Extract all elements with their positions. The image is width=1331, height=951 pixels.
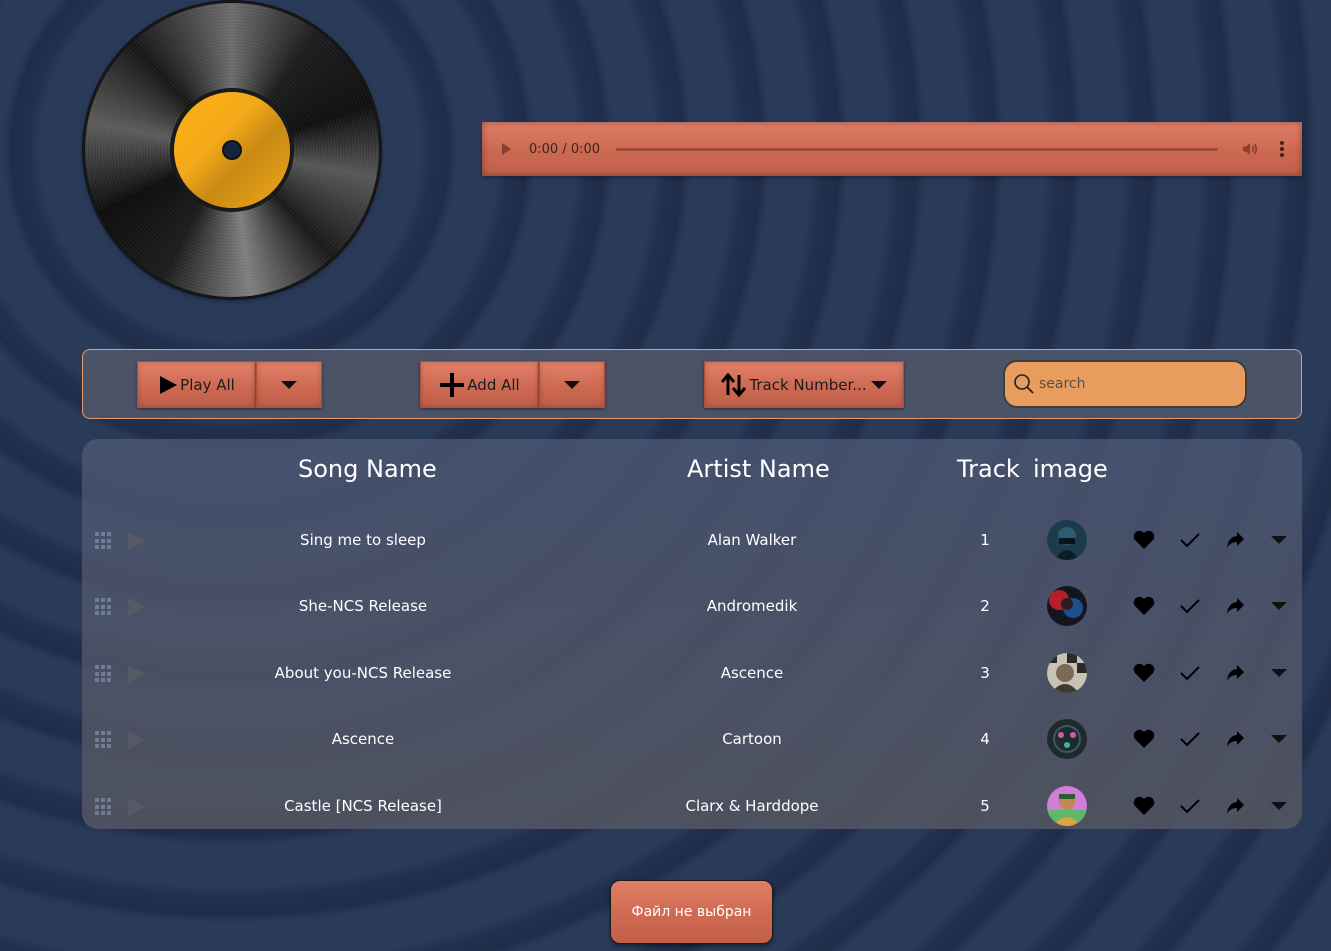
search-box[interactable] (1003, 360, 1247, 408)
toolbar: Play All Add All Track Number... (82, 349, 1302, 419)
sort-dropdown-button[interactable]: Track Number... (704, 361, 904, 408)
share-icon[interactable] (1224, 529, 1246, 551)
caret-down-icon (564, 380, 580, 389)
check-icon[interactable] (1179, 662, 1201, 684)
caret-down-icon[interactable] (1268, 529, 1290, 551)
song-name: Castle [NCS Release] (284, 797, 442, 815)
row-play-icon[interactable] (128, 798, 145, 816)
sort-label: Track Number... (749, 375, 867, 394)
song-table: Song Name Artist Name Track image Sing m… (82, 439, 1302, 829)
table-row[interactable]: About you-NCS Release Ascence 3 (82, 653, 1302, 693)
song-name: Sing me to sleep (300, 531, 426, 549)
share-icon[interactable] (1224, 728, 1246, 750)
artist-name: Cartoon (722, 730, 782, 748)
row-play-icon[interactable] (128, 532, 145, 550)
play-all-dropdown-button[interactable] (256, 361, 322, 408)
check-icon[interactable] (1179, 529, 1201, 551)
header-track: Track (957, 455, 1020, 483)
share-icon[interactable] (1224, 595, 1246, 617)
caret-down-icon (870, 380, 887, 389)
heart-icon[interactable] (1133, 795, 1155, 817)
artist-name: Ascence (720, 664, 784, 682)
artist-name: Alan Walker (707, 531, 797, 549)
sort-arrows-icon (721, 372, 747, 397)
audio-play-icon[interactable] (502, 143, 511, 155)
header-song-name: Song Name (298, 455, 437, 483)
search-input[interactable] (1037, 375, 1241, 393)
audio-player[interactable]: 0:00 / 0:00 (482, 122, 1302, 176)
play-all-label: Play All (180, 375, 235, 394)
add-all-button[interactable]: Add All (420, 361, 539, 408)
caret-down-icon[interactable] (1268, 728, 1290, 750)
drag-grip-icon[interactable] (95, 532, 113, 550)
check-icon[interactable] (1179, 728, 1201, 750)
vinyl-center-label (174, 92, 290, 208)
track-number: 1 (980, 531, 990, 549)
add-all-dropdown-button[interactable] (539, 361, 605, 408)
file-input-button[interactable]: Файл не выбран (610, 880, 773, 944)
vinyl-record-image (85, 3, 379, 297)
share-icon[interactable] (1224, 662, 1246, 684)
track-number: 4 (980, 730, 990, 748)
song-name: She-NCS Release (298, 597, 428, 615)
caret-down-icon[interactable] (1268, 595, 1290, 617)
heart-icon[interactable] (1133, 728, 1155, 750)
vinyl-spindle-hole (224, 142, 240, 158)
row-play-icon[interactable] (128, 731, 145, 749)
track-thumbnail (1047, 653, 1087, 693)
table-row[interactable]: Ascence Cartoon 4 (82, 719, 1302, 759)
volume-icon[interactable] (1242, 142, 1258, 156)
row-play-icon[interactable] (128, 598, 145, 616)
track-thumbnail (1047, 719, 1087, 759)
track-thumbnail (1047, 520, 1087, 560)
audio-time-display: 0:00 / 0:00 (529, 141, 601, 157)
song-name: About you-NCS Release (274, 664, 452, 682)
audio-seek-bar[interactable] (616, 147, 1218, 151)
song-name: Ascence (331, 730, 395, 748)
play-icon (158, 375, 178, 395)
row-play-icon[interactable] (128, 665, 145, 683)
drag-grip-icon[interactable] (95, 598, 113, 616)
caret-down-icon[interactable] (1268, 795, 1290, 817)
plus-icon (439, 372, 465, 398)
track-number: 5 (980, 797, 990, 815)
play-all-button[interactable]: Play All (137, 361, 256, 408)
heart-icon[interactable] (1133, 662, 1155, 684)
drag-grip-icon[interactable] (95, 665, 113, 683)
share-icon[interactable] (1224, 795, 1246, 817)
track-thumbnail (1047, 786, 1087, 826)
artist-name: Clarx & Harddope (685, 797, 819, 815)
heart-icon[interactable] (1133, 529, 1155, 551)
table-row[interactable]: She-NCS Release Andromedik 2 (82, 586, 1302, 626)
track-number: 3 (980, 664, 990, 682)
drag-grip-icon[interactable] (95, 798, 113, 816)
drag-grip-icon[interactable] (95, 731, 113, 749)
caret-down-icon[interactable] (1268, 662, 1290, 684)
search-icon (1014, 374, 1034, 394)
track-thumbnail (1047, 586, 1087, 626)
check-icon[interactable] (1179, 595, 1201, 617)
table-row[interactable]: Castle [NCS Release] Clarx & Harddope 5 (82, 786, 1302, 826)
table-row[interactable]: Sing me to sleep Alan Walker 1 (82, 520, 1302, 560)
header-artist-name: Artist Name (687, 455, 830, 483)
add-all-label: Add All (467, 375, 520, 394)
heart-icon[interactable] (1133, 595, 1155, 617)
check-icon[interactable] (1179, 795, 1201, 817)
more-vert-icon[interactable] (1280, 141, 1284, 157)
track-number: 2 (980, 597, 990, 615)
artist-name: Andromedik (706, 597, 798, 615)
caret-down-icon (281, 380, 297, 389)
header-image: image (1033, 455, 1108, 483)
